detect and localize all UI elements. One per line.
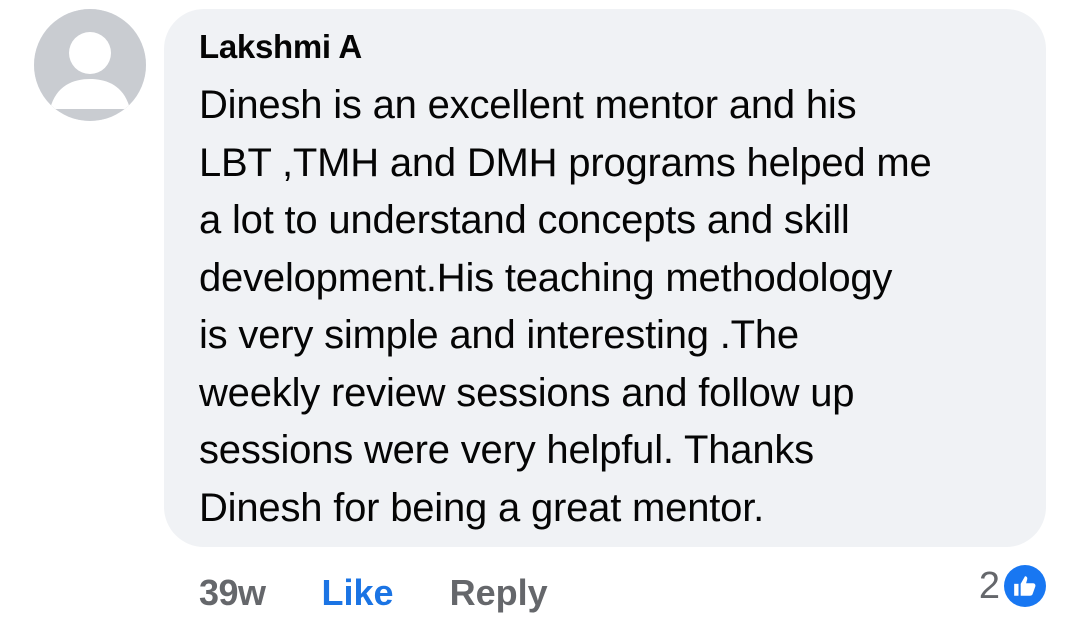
- thumbs-up-icon: [1004, 565, 1046, 607]
- reaction-summary[interactable]: 2: [979, 563, 1046, 609]
- reaction-count: 2: [978, 564, 1000, 607]
- like-button[interactable]: Like: [322, 572, 394, 614]
- comment-actions: 39w Like Reply: [199, 570, 548, 616]
- default-profile-icon: [34, 9, 146, 121]
- comment-text: Dinesh is an excellent mentor and his LB…: [199, 83, 932, 530]
- comment-author[interactable]: Lakshmi A: [199, 28, 362, 66]
- reply-button[interactable]: Reply: [450, 572, 548, 614]
- avatar[interactable]: [34, 9, 146, 121]
- comment-timestamp[interactable]: 39w: [199, 572, 266, 614]
